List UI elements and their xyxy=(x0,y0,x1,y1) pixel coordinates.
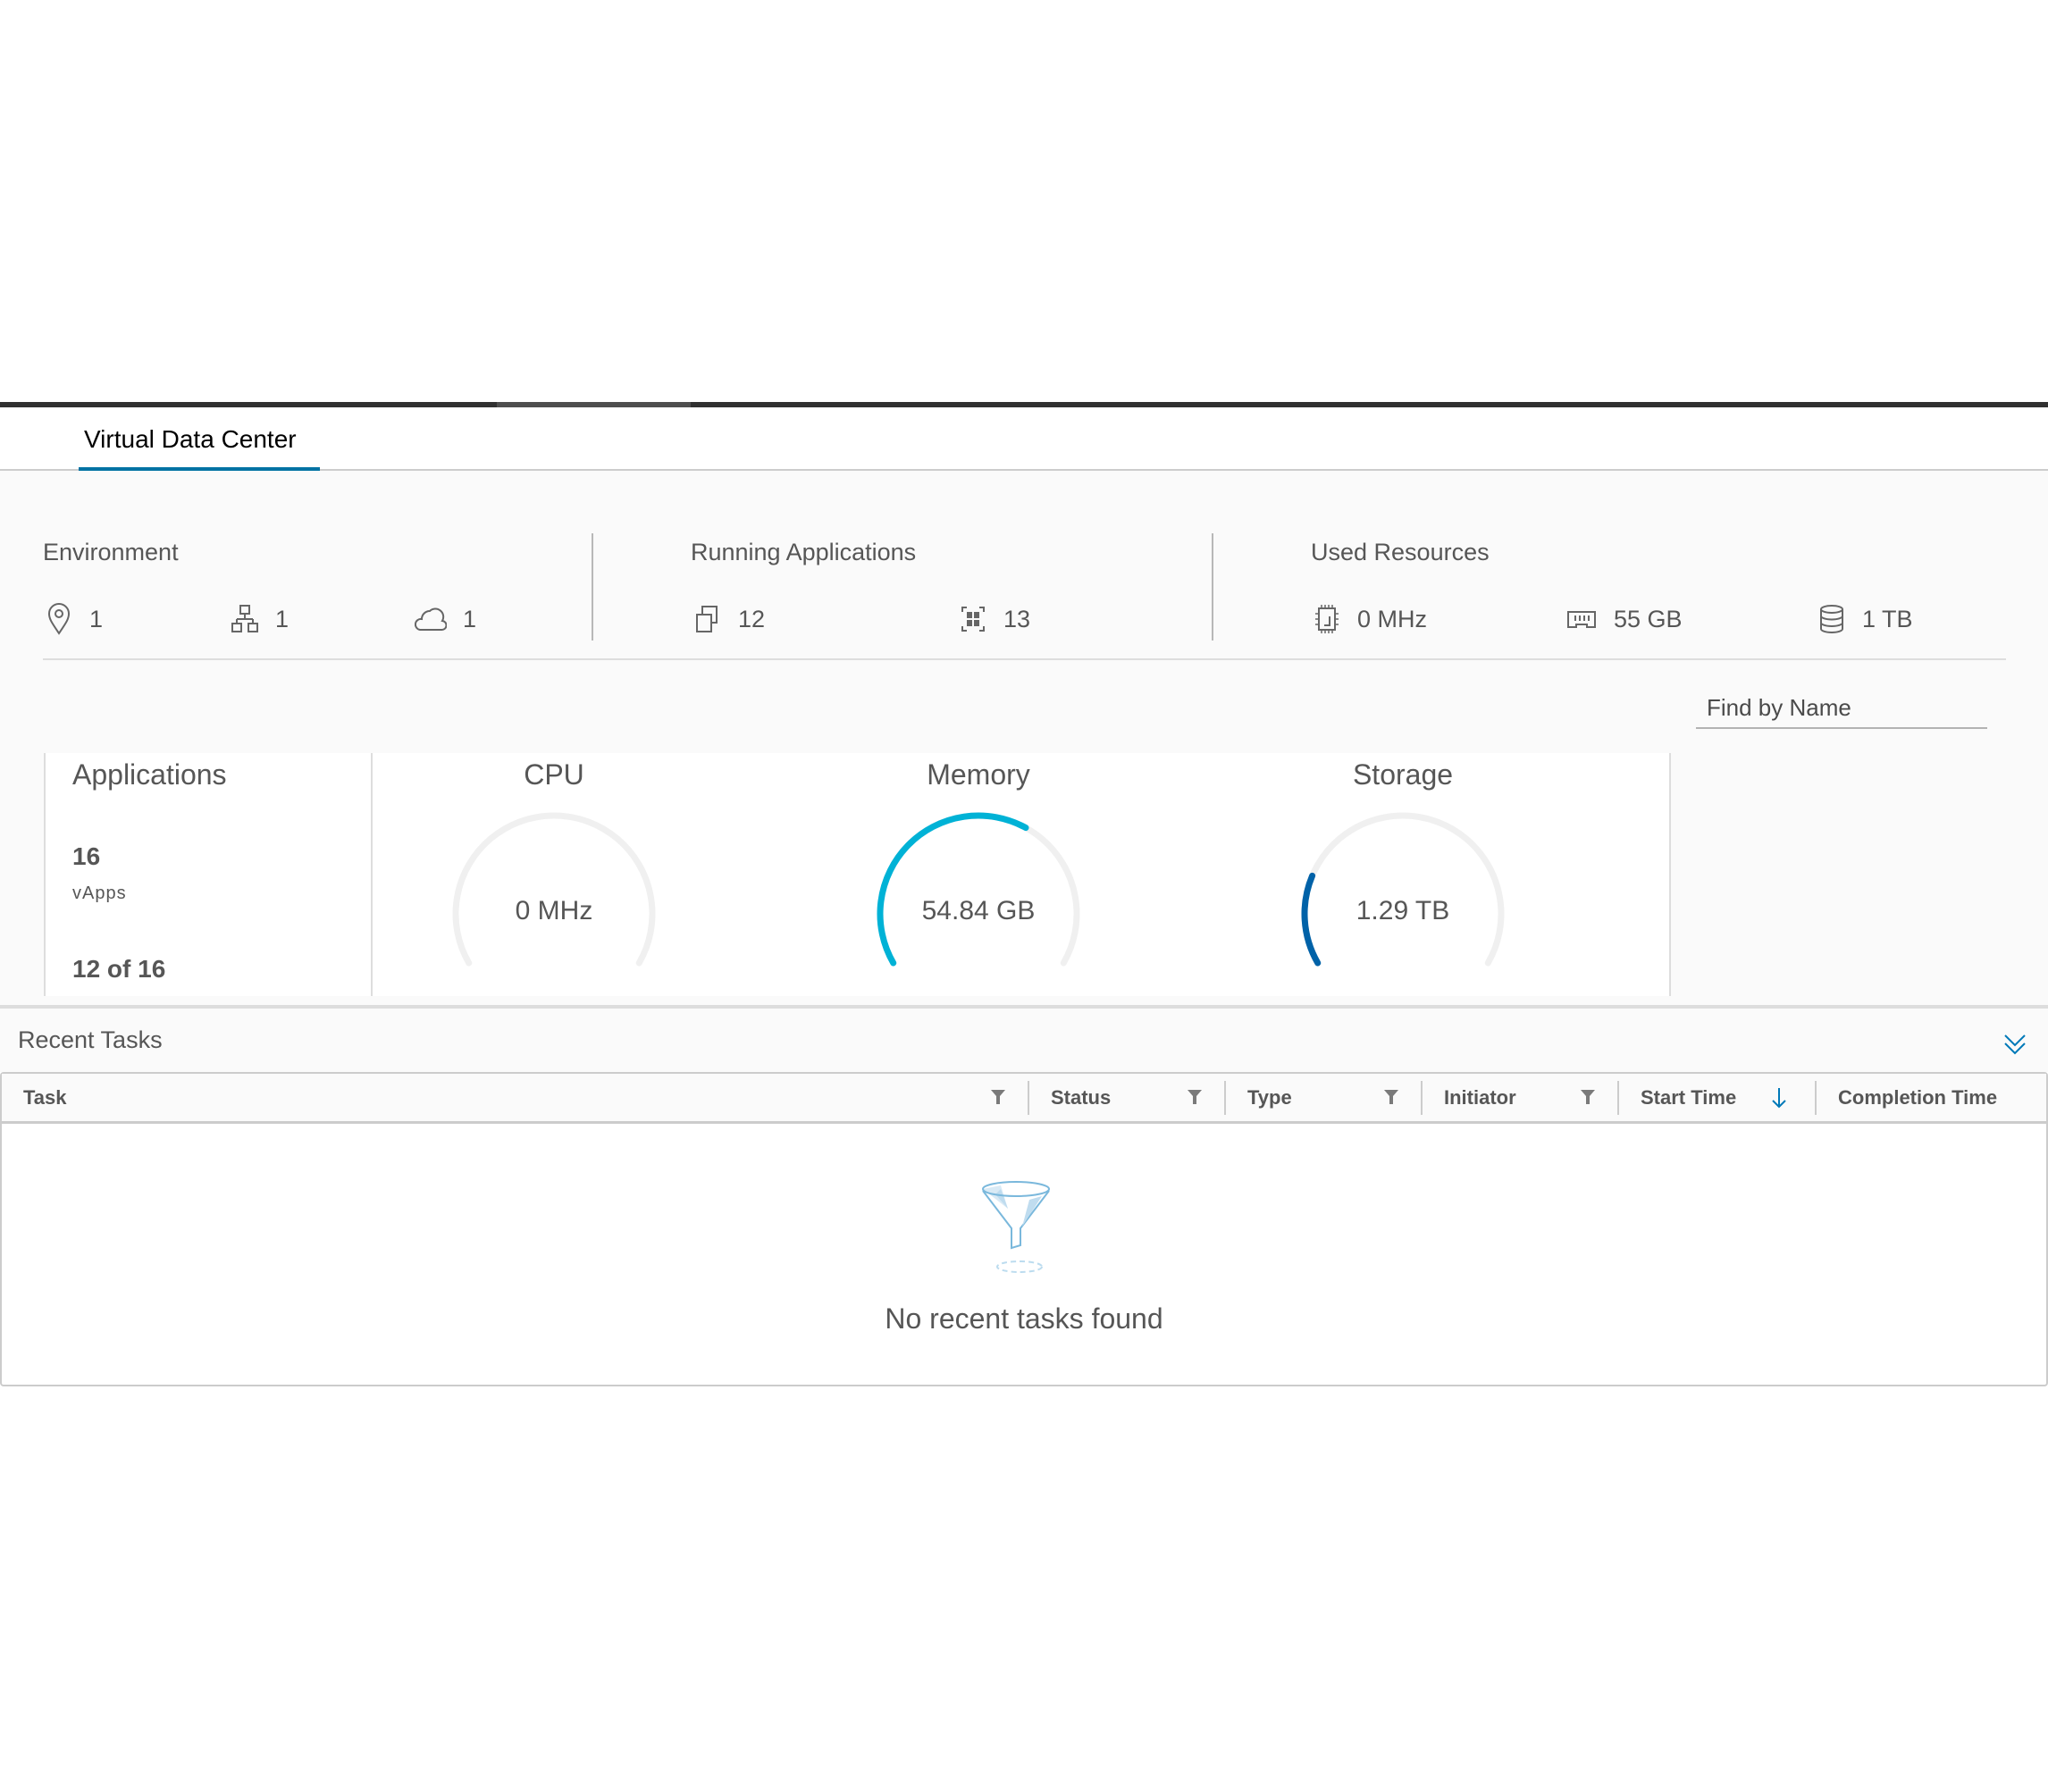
summary-divider xyxy=(1212,533,1213,641)
applications-title: Applications xyxy=(72,758,227,791)
column-header-task[interactable]: Task xyxy=(2,1074,1029,1121)
environment-cloud-stat: 1 xyxy=(415,601,476,637)
column-header-start-time[interactable]: Start Time xyxy=(1619,1074,1817,1121)
vapps-label: vApps xyxy=(72,883,127,903)
filter-icon[interactable] xyxy=(990,1089,1006,1105)
tab-bar: Virtual Data Center xyxy=(0,407,2048,473)
collapse-expand-button[interactable] xyxy=(2000,1030,2030,1060)
gauge-value: 1.29 TB xyxy=(1356,896,1450,925)
gauge-title: Storage xyxy=(1352,758,1454,791)
column-label: Task xyxy=(23,1086,67,1109)
running-vms-stat: 13 xyxy=(959,601,1030,637)
vdc-card[interactable]: Applications 16 vApps 12 of 16 CPU 0 MHz… xyxy=(44,753,1671,996)
sort-descending-icon[interactable] xyxy=(1770,1086,1788,1110)
environment-network-stat: 1 xyxy=(231,601,289,637)
used-storage-stat: 1 TB xyxy=(1817,601,1913,637)
used-memory-value: 55 GB xyxy=(1614,605,1683,632)
column-header-type[interactable]: Type xyxy=(1226,1074,1423,1121)
column-header-status[interactable]: Status xyxy=(1029,1074,1226,1121)
network-count: 1 xyxy=(275,605,290,632)
environment-location-stat: 1 xyxy=(45,601,103,637)
recent-tasks-grid: Task Status Type Initiator Start Time Co… xyxy=(0,1072,2048,1386)
environment-title: Environment xyxy=(43,539,179,565)
filter-icon[interactable] xyxy=(1187,1089,1203,1105)
running-vapps-ratio: 12 of 16 xyxy=(72,955,166,983)
vapps-count: 16 xyxy=(72,842,101,870)
location-count: 1 xyxy=(89,605,104,632)
gauge-track xyxy=(877,812,1080,967)
cloud-count: 1 xyxy=(463,605,477,632)
used-cpu-stat: 0 MHz xyxy=(1313,601,1427,637)
summary-separator xyxy=(43,658,2006,660)
vapp-icon xyxy=(696,606,718,632)
storage-gauge: Storage 1.29 TB xyxy=(1251,753,1555,996)
summary-divider xyxy=(592,533,593,641)
gauge-title: Memory xyxy=(927,758,1030,791)
cpu-gauge: CPU 0 MHz xyxy=(402,753,706,996)
empty-funnel-icon xyxy=(982,1181,1050,1273)
running-vms-count: 13 xyxy=(1003,605,1031,632)
find-by-name-field[interactable] xyxy=(1696,690,1987,729)
used-memory-stat: 55 GB xyxy=(1565,601,1683,637)
column-label: Type xyxy=(1247,1086,1292,1109)
gauge-fill xyxy=(877,812,1029,967)
column-header-initiator[interactable]: Initiator xyxy=(1423,1074,1619,1121)
storage-icon xyxy=(1820,605,1843,633)
column-label: Start Time xyxy=(1641,1086,1737,1109)
filter-icon[interactable] xyxy=(1383,1089,1399,1105)
empty-state-message: No recent tasks found xyxy=(885,1302,1163,1335)
used-cpu-value: 0 MHz xyxy=(1357,605,1428,632)
memory-gauge: Memory 54.84 GB xyxy=(827,753,1130,996)
cloud-icon xyxy=(415,607,447,631)
memory-icon xyxy=(1567,611,1596,628)
gauge-title: CPU xyxy=(524,758,584,791)
tab-virtual-data-center[interactable]: Virtual Data Center xyxy=(79,407,320,473)
network-hierarchy-icon xyxy=(231,605,258,632)
used-resources-title: Used Resources xyxy=(1311,539,1490,565)
tab-label: Virtual Data Center xyxy=(84,425,297,453)
gauge-value: 54.84 GB xyxy=(921,896,1036,925)
filter-icon[interactable] xyxy=(1580,1089,1596,1105)
column-label: Initiator xyxy=(1444,1086,1516,1109)
gauge-track xyxy=(1301,812,1505,967)
double-chevron-down-icon xyxy=(2004,1034,2026,1055)
used-storage-value: 1 TB xyxy=(1862,605,1913,632)
column-label: Status xyxy=(1051,1086,1112,1109)
location-pin-icon xyxy=(47,603,71,635)
running-vapps-count: 12 xyxy=(738,605,766,632)
gauge-value: 0 MHz xyxy=(515,896,593,925)
card-divider xyxy=(371,753,373,996)
cpu-icon xyxy=(1315,605,1339,633)
running-vapps-stat: 12 xyxy=(693,601,765,637)
gauge-track xyxy=(452,812,656,967)
column-header-completion-time[interactable]: Completion Time xyxy=(1817,1074,2046,1121)
find-by-name-input[interactable] xyxy=(1696,690,1987,725)
grid-header: Task Status Type Initiator Start Time Co… xyxy=(2,1074,2046,1124)
vdc-overview: Environment 1 1 1 Running Applications 1… xyxy=(0,471,2048,1005)
column-label: Completion Time xyxy=(1838,1086,1998,1109)
recent-tasks-title: Recent Tasks xyxy=(18,1026,163,1053)
vm-icon xyxy=(961,607,985,632)
recent-tasks-header: Recent Tasks xyxy=(0,1005,2048,1072)
running-applications-title: Running Applications xyxy=(691,539,917,565)
